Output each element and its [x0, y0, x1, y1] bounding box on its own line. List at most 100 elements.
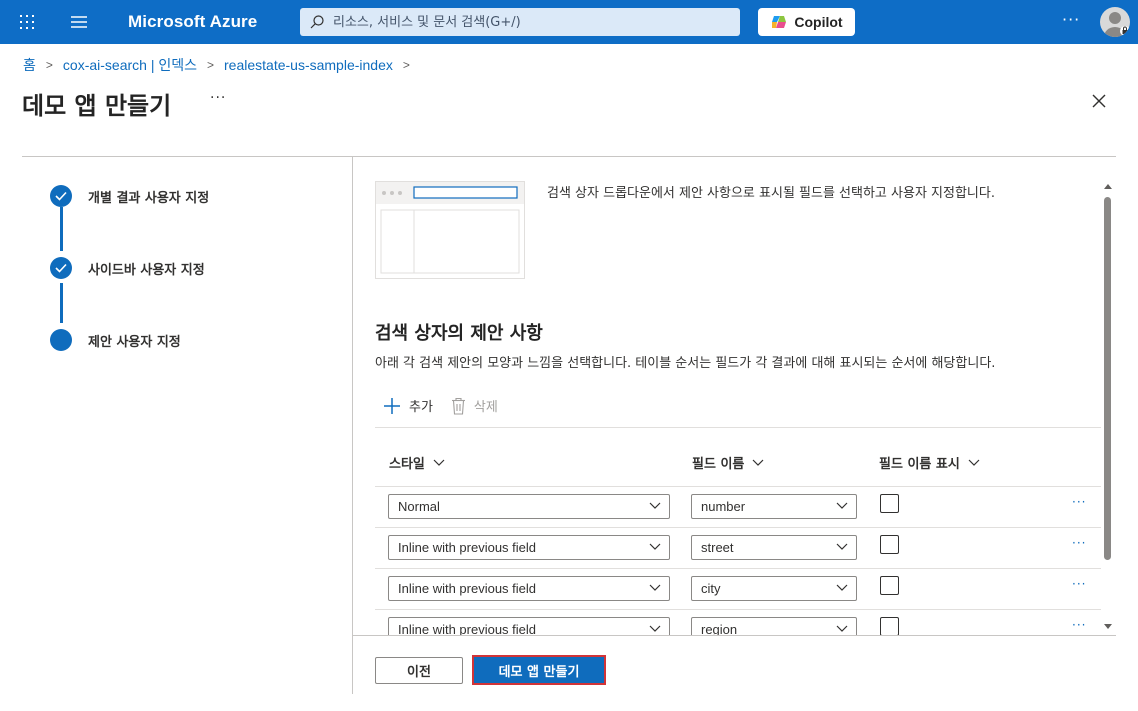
column-label: 필드 이름: [692, 457, 745, 472]
copilot-label: Copilot: [794, 14, 843, 30]
chevron-right-icon: >: [207, 58, 215, 72]
delete-button[interactable]: 삭제: [451, 396, 498, 415]
table-header: 스타일 필드 이름 필드 이름 표시: [375, 427, 1101, 487]
chevron-down-icon: [836, 502, 848, 509]
step-connector: [60, 207, 63, 251]
add-button[interactable]: 추가: [383, 396, 433, 415]
chevron-down-icon: [649, 543, 661, 550]
table-row: Inline with previous field street ···: [375, 528, 1101, 569]
header-divider: [22, 156, 1116, 157]
field-select[interactable]: city: [691, 576, 857, 601]
chevron-down-icon: [836, 625, 848, 632]
chevron-down-icon: [649, 584, 661, 591]
menu-icon[interactable]: [70, 15, 88, 29]
section-description: 아래 각 검색 제안의 모양과 느낌을 선택합니다. 테이블 순서는 필드가 각…: [375, 356, 996, 371]
step-label: 제안 사용자 지정: [88, 334, 181, 350]
search-input[interactable]: [333, 14, 733, 30]
column-header-show-name[interactable]: 필드 이름 표시: [879, 453, 980, 472]
chevron-right-icon: >: [45, 58, 53, 72]
search-icon: [310, 15, 324, 29]
create-demo-app-label: 데모 앱 만들기: [498, 664, 580, 680]
add-label: 추가: [409, 400, 433, 415]
chevron-right-icon: >: [402, 58, 410, 72]
step-label: 사이드바 사용자 지정: [88, 262, 205, 278]
column-label: 필드 이름 표시: [879, 457, 960, 472]
chevron-down-icon: [752, 459, 764, 466]
content-scrollbar[interactable]: [1102, 181, 1114, 636]
show-name-checkbox[interactable]: [880, 617, 899, 635]
style-select[interactable]: Normal: [388, 494, 670, 519]
row-more-icon[interactable]: ···: [1072, 495, 1086, 509]
user-icon: [1104, 12, 1130, 37]
table-toolbar: 추가 삭제: [383, 396, 498, 415]
scrollbar-thumb[interactable]: [1104, 197, 1111, 560]
step-label: 개별 결과 사용자 지정: [88, 190, 210, 206]
table-row: Normal number ···: [375, 487, 1101, 528]
more-icon[interactable]: ···: [1062, 10, 1080, 29]
column-header-style[interactable]: 스타일: [389, 453, 445, 472]
title-more-icon[interactable]: ···: [210, 90, 226, 106]
table-row: Inline with previous field region ···: [375, 610, 1101, 635]
avatar[interactable]: [1100, 7, 1130, 37]
table-row: Inline with previous field city ···: [375, 569, 1101, 610]
section-title: 검색 상자의 제안 사항: [375, 323, 543, 344]
row-more-icon[interactable]: ···: [1072, 536, 1086, 550]
intro-text: 검색 상자 드롭다운에서 제안 사항으로 표시될 필드를 선택하고 사용자 지정…: [547, 186, 995, 201]
chevron-down-icon: [433, 459, 445, 466]
breadcrumb-search-service[interactable]: cox-ai-search | 인덱스: [63, 55, 197, 75]
check-icon: [50, 257, 72, 279]
show-name-checkbox[interactable]: [880, 535, 899, 554]
row-more-icon[interactable]: ···: [1072, 577, 1086, 591]
field-value: street: [701, 540, 734, 555]
field-value: number: [701, 499, 746, 514]
style-value: Inline with previous field: [398, 622, 537, 635]
scroll-up-icon[interactable]: [1104, 183, 1112, 189]
row-more-icon[interactable]: ···: [1072, 618, 1086, 632]
suggestion-preview-illustration: [375, 181, 525, 279]
copilot-icon: [772, 16, 787, 28]
chevron-down-icon: [836, 584, 848, 591]
global-search[interactable]: [300, 8, 740, 36]
step-individual-results[interactable]: 개별 결과 사용자 지정: [50, 185, 209, 207]
chevron-down-icon: [649, 502, 661, 509]
breadcrumb: 홈 > cox-ai-search | 인덱스 > realestate-us-…: [23, 55, 420, 75]
step-connector: [60, 283, 63, 323]
show-name-checkbox[interactable]: [880, 576, 899, 595]
current-step-icon: [50, 329, 72, 351]
field-select[interactable]: region: [691, 617, 857, 635]
page-title: 데모 앱 만들기: [22, 92, 172, 120]
field-value: region: [701, 622, 738, 635]
step-sidebar[interactable]: 사이드바 사용자 지정: [50, 257, 205, 279]
create-demo-app-button[interactable]: 데모 앱 만들기: [472, 655, 606, 685]
previous-button[interactable]: 이전: [375, 657, 463, 684]
breadcrumb-index[interactable]: realestate-us-sample-index: [224, 57, 393, 73]
brand-logo[interactable]: Microsoft Azure: [128, 12, 257, 32]
copilot-button[interactable]: Copilot: [758, 8, 855, 36]
app-launcher-icon[interactable]: [19, 14, 35, 30]
breadcrumb-home[interactable]: 홈: [23, 55, 36, 75]
style-value: Normal: [398, 499, 440, 514]
trash-icon: [451, 397, 465, 415]
panel-divider: [352, 157, 353, 694]
style-select[interactable]: Inline with previous field: [388, 535, 670, 560]
chevron-down-icon: [836, 543, 848, 550]
column-header-field-name[interactable]: 필드 이름: [692, 453, 764, 472]
style-select[interactable]: Inline with previous field: [388, 576, 670, 601]
chevron-down-icon: [968, 459, 980, 466]
show-name-checkbox[interactable]: [880, 494, 899, 513]
plus-icon: [384, 397, 400, 414]
style-value: Inline with previous field: [398, 581, 537, 596]
style-value: Inline with previous field: [398, 540, 537, 555]
step-suggestions[interactable]: 제안 사용자 지정: [50, 329, 181, 351]
check-icon: [50, 185, 72, 207]
column-label: 스타일: [389, 457, 425, 472]
style-select[interactable]: Inline with previous field: [388, 617, 670, 635]
delete-label: 삭제: [473, 400, 498, 415]
close-icon[interactable]: [1089, 91, 1109, 111]
field-value: city: [701, 581, 721, 596]
scroll-down-icon[interactable]: [1104, 624, 1112, 630]
field-select[interactable]: number: [691, 494, 857, 519]
field-select[interactable]: street: [691, 535, 857, 560]
top-bar: Microsoft Azure Copilot ···: [0, 0, 1138, 44]
footer-divider: [353, 635, 1116, 636]
